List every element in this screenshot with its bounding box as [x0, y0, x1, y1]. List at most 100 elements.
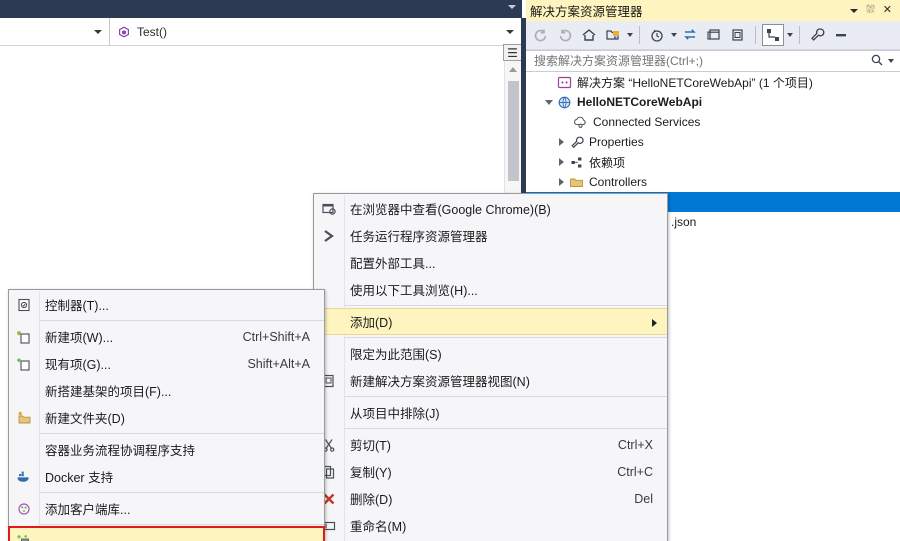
tree-row[interactable]: HelloNETCoreWebApi — [526, 92, 900, 112]
scrollbar-thumb[interactable] — [508, 81, 519, 181]
menu-item-label: 删除(D) — [350, 493, 393, 507]
menu-item-label: 配置外部工具... — [350, 257, 436, 271]
chevron-down-icon[interactable] — [888, 59, 894, 63]
add-submenu[interactable]: 控制器(T)... 新建项(W)... Ctrl+Shift+A 现有项(G).… — [8, 289, 325, 541]
toolbar-separator — [755, 26, 756, 44]
tree-row[interactable]: 依赖项 — [526, 152, 900, 172]
menu-item-docker-support[interactable]: Docker 支持 — [9, 463, 324, 490]
search-icon[interactable] — [870, 53, 884, 70]
search-input[interactable] — [532, 53, 870, 69]
split-window-icon[interactable]: ☰ — [503, 44, 522, 61]
menu-item-new-solution-explorer-view[interactable]: 新建解决方案资源管理器视图(N) — [314, 367, 667, 394]
editor-navigation-bar: Test() — [0, 18, 522, 46]
sync-arrows-icon[interactable] — [679, 24, 701, 46]
menu-item-browse-with[interactable]: 使用以下工具浏览(H)... — [314, 276, 667, 303]
menu-item-cut[interactable]: 剪切(T) Ctrl+X — [314, 431, 667, 458]
menu-item-label: 重命名(M) — [350, 520, 407, 534]
back-arrow-icon[interactable] — [530, 24, 552, 46]
menu-item-view-in-browser[interactable]: 在浏览器中查看(Google Chrome)(B) — [314, 195, 667, 222]
tree-expander[interactable] — [554, 158, 568, 166]
copy-window-icon[interactable] — [727, 24, 749, 46]
home-icon[interactable] — [578, 24, 600, 46]
visual-studio-window: Test() ☰ 解决方案资源管理器 ⛆ ✕ 搜索解决方案资源管理器(Ctrl+… — [0, 0, 900, 541]
editor-title-strip — [0, 0, 522, 18]
menu-item-configure-external-tools[interactable]: 配置外部工具... — [314, 249, 667, 276]
close-icon[interactable]: ✕ — [883, 5, 892, 16]
menu-item-accel: Ctrl+Shift+A — [242, 329, 310, 344]
chevron-down-icon[interactable] — [671, 33, 677, 37]
toolbar-separator — [799, 26, 800, 44]
tree-row-label: Properties — [589, 135, 644, 149]
chevron-down-icon[interactable] — [627, 33, 633, 37]
menu-item-label: 复制(Y) — [350, 466, 392, 480]
menu-item-copy[interactable]: 复制(Y) Ctrl+C — [314, 458, 667, 485]
menu-item-exclude-from-project[interactable]: 从项目中排除(J) — [314, 399, 667, 426]
chevron-down-icon[interactable] — [849, 8, 858, 13]
member-dropdown-value: Test() — [137, 24, 167, 39]
menu-item-new-folder[interactable]: 新建文件夹(D) — [9, 404, 324, 431]
new-folder-icon — [9, 410, 39, 426]
chevron-right-icon — [652, 319, 657, 327]
menu-item-container-orchestrator-support[interactable]: 容器业务流程协调程序支持 — [9, 436, 324, 463]
project-context-menu[interactable]: 在浏览器中查看(Google Chrome)(B) 任务运行程序资源管理器 配置… — [313, 193, 668, 541]
menu-item-task-runner-explorer[interactable]: 任务运行程序资源管理器 — [314, 222, 667, 249]
menu-item-delete[interactable]: 删除(D) Del — [314, 485, 667, 512]
menu-item-new-item[interactable]: 新建项(W)... Ctrl+Shift+A — [9, 323, 324, 350]
menu-item-rename[interactable]: 重命名(M) — [314, 512, 667, 539]
connected-services-icon — [572, 115, 589, 130]
chevron-right-icon — [558, 178, 564, 186]
solution-explorer-titlebar: 解决方案资源管理器 ⛆ ✕ — [526, 0, 900, 21]
menu-item-label: 在浏览器中查看(Google Chrome)(B) — [350, 203, 551, 217]
method-icon — [117, 25, 131, 39]
menu-item-existing-item[interactable]: 现有项(G)... Shift+Alt+A — [9, 350, 324, 377]
window-buttons: ⛆ ✕ — [849, 5, 896, 16]
refresh-window-icon[interactable] — [703, 24, 725, 46]
tree-row[interactable]: Properties — [526, 132, 900, 152]
wrench-icon[interactable] — [806, 24, 828, 46]
menu-item-label: 新建解决方案资源管理器视图(N) — [350, 375, 530, 389]
menu-item-label: 任务运行程序资源管理器 — [350, 230, 488, 244]
menu-item-scope-to-this[interactable]: 限定为此范围(S) — [314, 340, 667, 367]
solution-icon: •• — [556, 75, 573, 90]
tree-row-label: 依赖项 — [589, 155, 626, 170]
chevron-down-icon[interactable] — [508, 5, 516, 9]
task-runner-icon — [314, 228, 344, 244]
tree-row[interactable]: Connected Services — [526, 112, 900, 132]
docker-icon — [9, 469, 39, 485]
chevron-down-icon — [545, 99, 553, 105]
controller-icon — [9, 297, 39, 313]
client-library-icon — [9, 501, 39, 517]
menu-item-class[interactable] — [8, 526, 325, 541]
chevron-down-icon — [506, 30, 514, 34]
folder-filter-icon[interactable] — [602, 24, 624, 46]
menu-item-label: 新搭建基架的项目(F)... — [45, 385, 172, 399]
menu-item-add-client-side-library[interactable]: 添加客户端库... — [9, 495, 324, 522]
forward-arrow-icon[interactable] — [554, 24, 576, 46]
tree-expander[interactable] — [554, 138, 568, 146]
menu-separator — [39, 524, 324, 525]
tree-expander[interactable] — [554, 178, 568, 186]
folder-icon — [568, 175, 585, 190]
member-dropdown[interactable]: Test() — [110, 18, 522, 45]
browser-view-icon — [314, 201, 344, 217]
chevron-right-icon — [558, 138, 564, 146]
tree-row[interactable]: Controllers — [526, 172, 900, 192]
menu-item-label: 控制器(T)... — [45, 299, 109, 313]
solution-explorer-search[interactable] — [526, 50, 900, 72]
menu-item-add[interactable]: 添加(D) — [314, 308, 667, 335]
menu-item-add-controller[interactable]: 控制器(T)... — [9, 291, 324, 318]
menu-item-label: 添加(D) — [350, 316, 393, 330]
chevron-down-icon[interactable] — [787, 33, 793, 37]
wrench-icon — [568, 135, 585, 150]
tree-row[interactable]: •• 解决方案 “HelloNETCoreWebApi” (1 个项目) — [526, 72, 900, 92]
hierarchy-icon[interactable] — [762, 24, 784, 46]
menu-item-new-scaffolded-item[interactable]: 新搭建基架的项目(F)... — [9, 377, 324, 404]
dash-icon[interactable] — [830, 24, 852, 46]
pin-icon[interactable]: ⛆ — [866, 5, 875, 16]
scroll-up-arrow-icon[interactable] — [509, 67, 517, 72]
tree-expander[interactable] — [542, 99, 556, 105]
existing-item-icon — [9, 356, 39, 372]
menu-item-label: 剪切(T) — [350, 439, 391, 453]
clock-icon[interactable] — [646, 24, 668, 46]
type-dropdown[interactable] — [0, 18, 110, 45]
